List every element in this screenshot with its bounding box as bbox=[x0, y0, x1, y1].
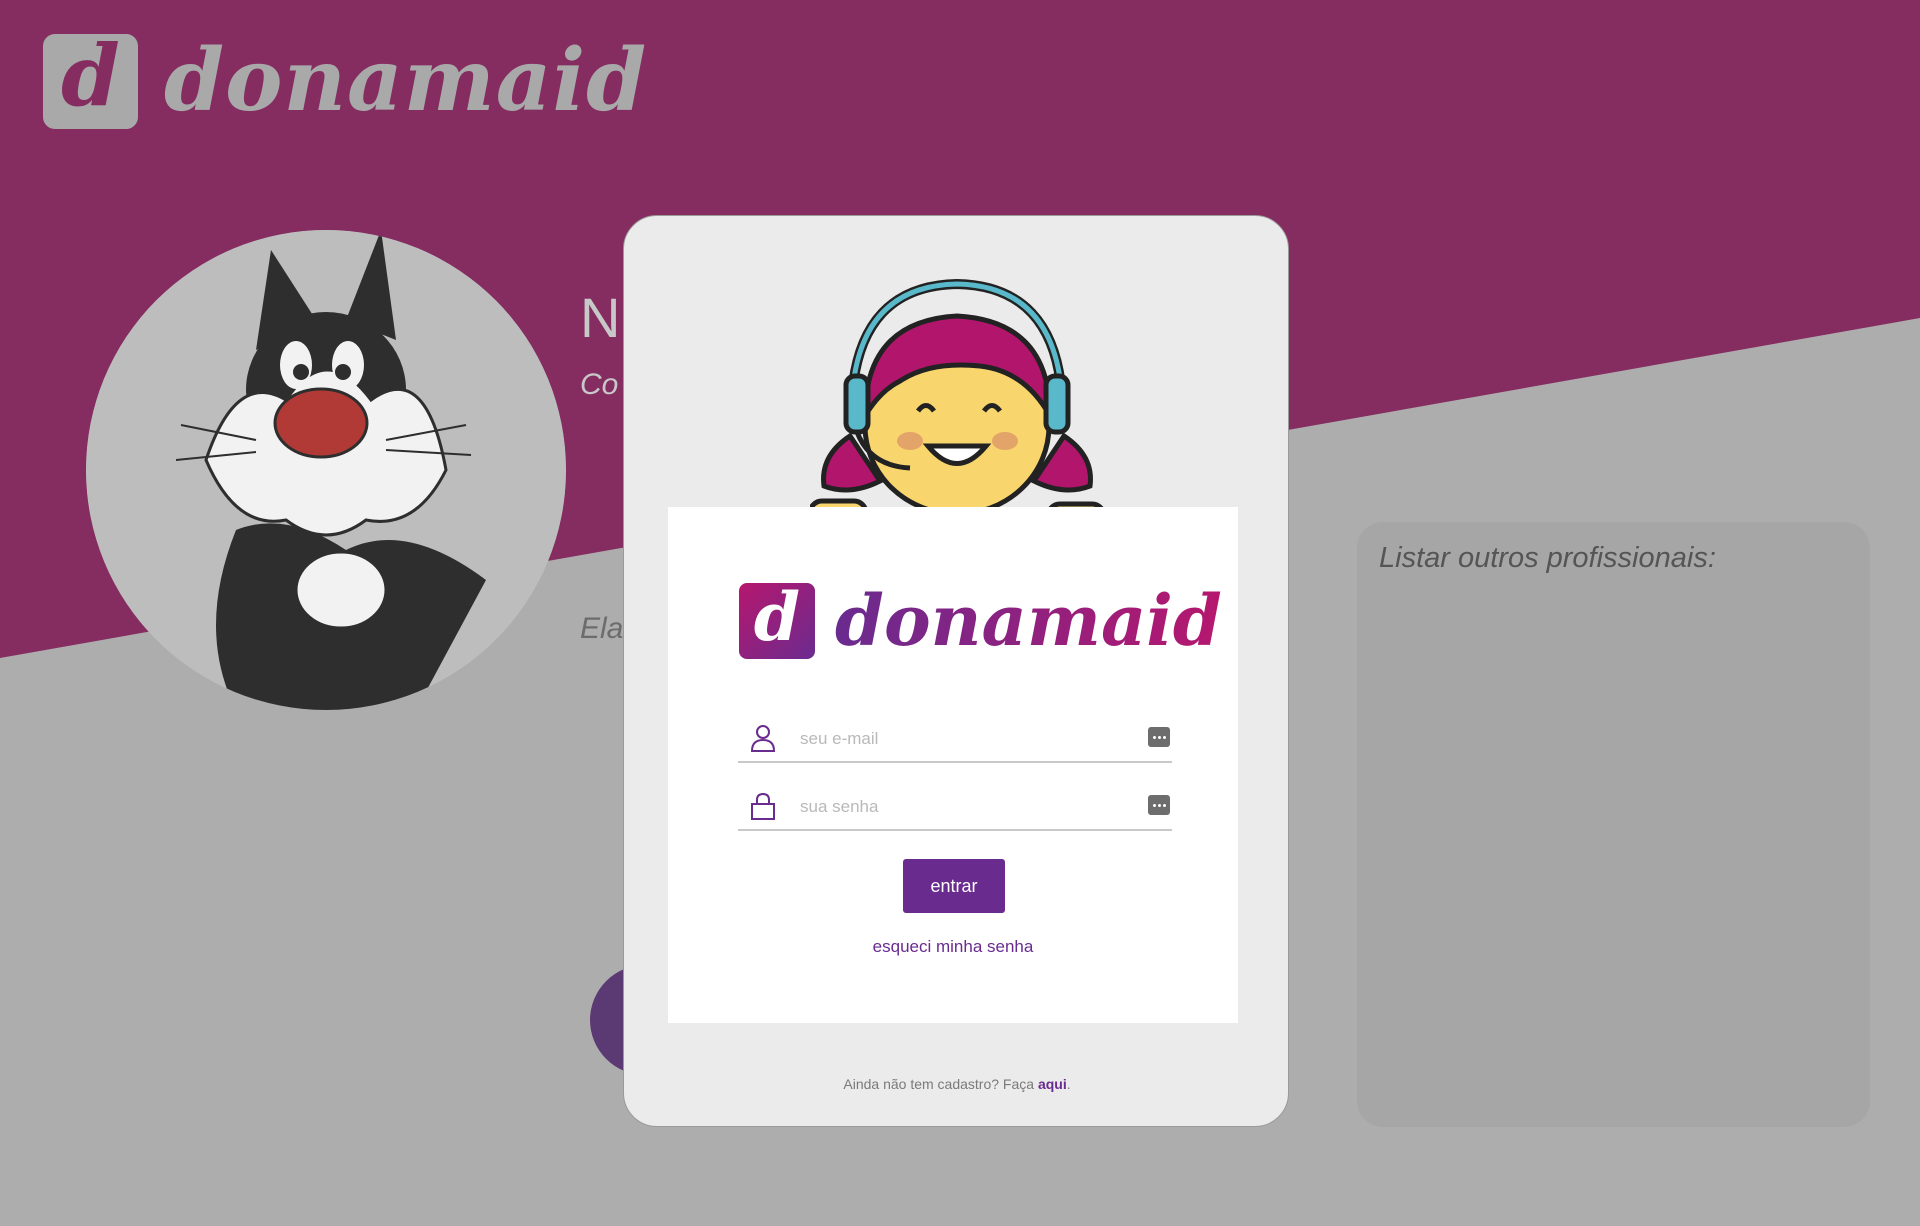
header-logo-mark: d bbox=[43, 33, 138, 129]
password-manager-icon[interactable] bbox=[1148, 795, 1170, 815]
other-professionals-title: Listar outros profissionais: bbox=[1379, 542, 1716, 574]
signup-text: Ainda não tem cadastro? Faça bbox=[843, 1076, 1038, 1092]
login-logo-mark: d bbox=[739, 583, 815, 659]
login-card: d donamaid entrar esqueci minha senha bbox=[668, 507, 1238, 1023]
password-field bbox=[738, 783, 1172, 831]
header-logo-text: donamaid bbox=[164, 30, 648, 131]
profile-name: N bbox=[580, 286, 621, 349]
login-logo: d donamaid bbox=[739, 583, 1222, 659]
signup-link[interactable]: aqui bbox=[1038, 1076, 1067, 1092]
profile-avatar bbox=[86, 230, 566, 710]
other-professionals-panel: Listar outros profissionais: bbox=[1357, 522, 1870, 1127]
login-modal: d donamaid entrar esqueci minha senha Ai… bbox=[623, 215, 1289, 1127]
profile-subtitle: Co bbox=[580, 368, 619, 401]
lock-icon bbox=[751, 792, 775, 820]
user-icon bbox=[750, 725, 776, 752]
header-logo[interactable]: d donamaid bbox=[43, 33, 647, 129]
login-button[interactable]: entrar bbox=[903, 859, 1005, 913]
profile-description: Ela bbox=[580, 612, 624, 645]
signup-end: . bbox=[1066, 1076, 1071, 1092]
login-logo-text: donamaid bbox=[835, 579, 1222, 662]
headset-girl-mascot-icon bbox=[810, 278, 1104, 536]
forgot-password-link[interactable]: esqueci minha senha bbox=[668, 937, 1238, 957]
email-input[interactable] bbox=[800, 723, 1130, 755]
signup-prompt: Ainda não tem cadastro? Faça aqui. bbox=[624, 1076, 1290, 1092]
password-manager-icon[interactable] bbox=[1148, 727, 1170, 747]
email-field bbox=[738, 715, 1172, 763]
password-input[interactable] bbox=[800, 791, 1130, 823]
cat-avatar-image bbox=[86, 230, 566, 710]
